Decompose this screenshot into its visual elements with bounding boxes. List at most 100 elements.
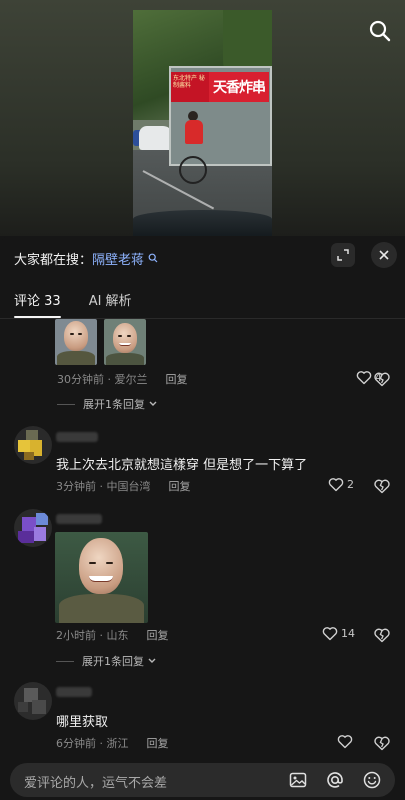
broken-heart-icon[interactable]	[373, 734, 391, 751]
search-icon[interactable]	[365, 16, 395, 46]
avatar[interactable]	[14, 682, 52, 720]
username[interactable]	[56, 514, 102, 524]
comment-time: 30分钟前	[57, 373, 104, 386]
meta-separator: ·	[96, 628, 107, 642]
avatar[interactable]	[14, 509, 52, 547]
image-uniform	[57, 351, 95, 365]
comment-time: 6分钟前	[56, 737, 96, 750]
comment-meta: 6分钟前 · 浙江 回复	[56, 735, 169, 751]
image-icon[interactable]	[288, 770, 308, 790]
comment-location: 爱尔兰	[114, 373, 148, 386]
video-sign-small-text: 东北特产 秘制酱料	[171, 72, 209, 102]
trending-keyword[interactable]: 隔壁老蒋	[92, 249, 144, 268]
chevron-down-icon	[148, 658, 156, 663]
comment-text: 我上次去北京就想這樣穿 但是想了一下算了	[56, 458, 308, 473]
comment-sheet: 大家都在搜： 隔壁老蒋 评论 33 AI 解析 30分钟前 · 爱尔兰 回复 4…	[0, 236, 405, 800]
reply-button[interactable]: 回复	[147, 627, 169, 643]
heart-icon	[322, 627, 338, 641]
comment-list[interactable]: 30分钟前 · 爱尔兰 回复 4 展开1条回复 我上次去北京就想這樣穿 但是想了…	[0, 319, 405, 751]
tab-ai-analysis[interactable]: AI 解析	[89, 290, 132, 312]
trending-prefix: 大家都在搜：	[14, 252, 93, 268]
reply-button[interactable]: 回复	[166, 371, 188, 387]
douyin-comment-page: 东北特产 秘制酱料 天香炸串 大家都在搜： 隔壁老蒋 评论 33 AI 解析 3…	[0, 0, 405, 800]
avatar[interactable]	[14, 426, 52, 464]
image-face	[64, 321, 88, 351]
like-button[interactable]: 14	[322, 626, 355, 641]
like-button[interactable]	[337, 734, 356, 749]
video-car-hood	[133, 210, 272, 236]
video-truck-sign: 东北特产 秘制酱料 天香炸串	[171, 72, 269, 102]
broken-heart-icon[interactable]	[373, 370, 391, 388]
comment-image[interactable]	[55, 532, 148, 623]
avatar-pixel	[18, 531, 34, 543]
avatar-pixel	[36, 513, 48, 525]
broken-heart-icon[interactable]	[373, 626, 391, 644]
comment-image[interactable]	[55, 319, 97, 365]
comment-location: 山东	[106, 629, 129, 642]
image-uniform	[106, 353, 144, 365]
image-eye	[118, 335, 122, 337]
image-uniform	[59, 594, 144, 623]
expand-replies-button[interactable]: 展开1条回复	[57, 396, 158, 412]
video-white-car	[139, 126, 173, 150]
at-icon[interactable]	[325, 770, 345, 790]
image-eye	[106, 562, 113, 564]
comment-text: 哪里获取	[56, 715, 109, 730]
username[interactable]	[56, 432, 98, 442]
video-cyclist	[185, 120, 203, 144]
close-icon[interactable]	[371, 242, 397, 268]
image-eye	[70, 333, 74, 335]
meta-separator: ·	[104, 372, 115, 386]
avatar-pixel	[18, 702, 28, 712]
reply-button[interactable]: 回复	[147, 735, 169, 751]
avatar-pixel	[32, 700, 46, 714]
comment-time: 3分钟前	[56, 480, 96, 493]
video-frame[interactable]: 东北特产 秘制酱料 天香炸串	[133, 10, 272, 236]
heart-icon	[356, 371, 372, 385]
comment-input-placeholder: 爱评论的人，运气不会差	[24, 776, 168, 791]
avatar-pixel	[26, 430, 38, 440]
broken-heart-icon[interactable]	[373, 477, 391, 495]
comment-meta: 2小时前 · 山东 回复	[56, 627, 169, 643]
comment-location: 浙江	[106, 737, 129, 750]
avatar-pixel	[18, 440, 30, 452]
heart-icon	[337, 735, 353, 749]
expand-line	[57, 403, 75, 405]
video-player[interactable]: 东北特产 秘制酱料 天香炸串	[0, 0, 405, 236]
image-smile	[89, 576, 113, 582]
video-sign-big-text: 天香炸串	[213, 80, 266, 96]
comment-input[interactable]: 爱评论的人，运气不会差	[10, 763, 395, 797]
emoji-icon[interactable]	[362, 770, 382, 790]
comment-tabs: 评论 33 AI 解析	[14, 290, 160, 318]
image-eye	[89, 562, 96, 564]
comment-image[interactable]	[104, 319, 146, 365]
meta-separator: ·	[96, 736, 107, 750]
keyword-search-icon	[148, 253, 158, 263]
expand-replies-label: 展开1条回复	[82, 655, 144, 668]
heart-icon	[328, 478, 344, 492]
image-smile	[119, 343, 131, 346]
comment-time: 2小时前	[56, 629, 96, 642]
comment-location: 中国台湾	[106, 480, 151, 493]
image-face	[113, 323, 137, 353]
like-button[interactable]: 2	[328, 477, 354, 492]
image-eye	[78, 333, 82, 335]
image-eye	[127, 335, 131, 337]
trending-search[interactable]: 大家都在搜： 隔壁老蒋	[14, 248, 158, 268]
like-count: 14	[341, 627, 355, 640]
username[interactable]	[56, 687, 92, 697]
expand-icon[interactable]	[331, 243, 355, 267]
comment-meta: 30分钟前 · 爱尔兰 回复	[57, 371, 188, 387]
reply-button[interactable]: 回复	[169, 478, 191, 494]
tab-comments[interactable]: 评论 33	[14, 290, 61, 318]
avatar-pixel	[24, 452, 34, 460]
like-count: 2	[347, 478, 354, 491]
expand-line	[56, 660, 74, 662]
avatar-pixel	[34, 527, 46, 541]
meta-separator: ·	[96, 479, 107, 493]
chevron-down-icon	[149, 401, 157, 406]
expand-replies-button[interactable]: 展开1条回复	[56, 653, 157, 669]
image-face	[79, 538, 123, 594]
video-bicycle-wheel	[179, 156, 207, 184]
comment-meta: 3分钟前 · 中国台湾 回复	[56, 478, 191, 494]
